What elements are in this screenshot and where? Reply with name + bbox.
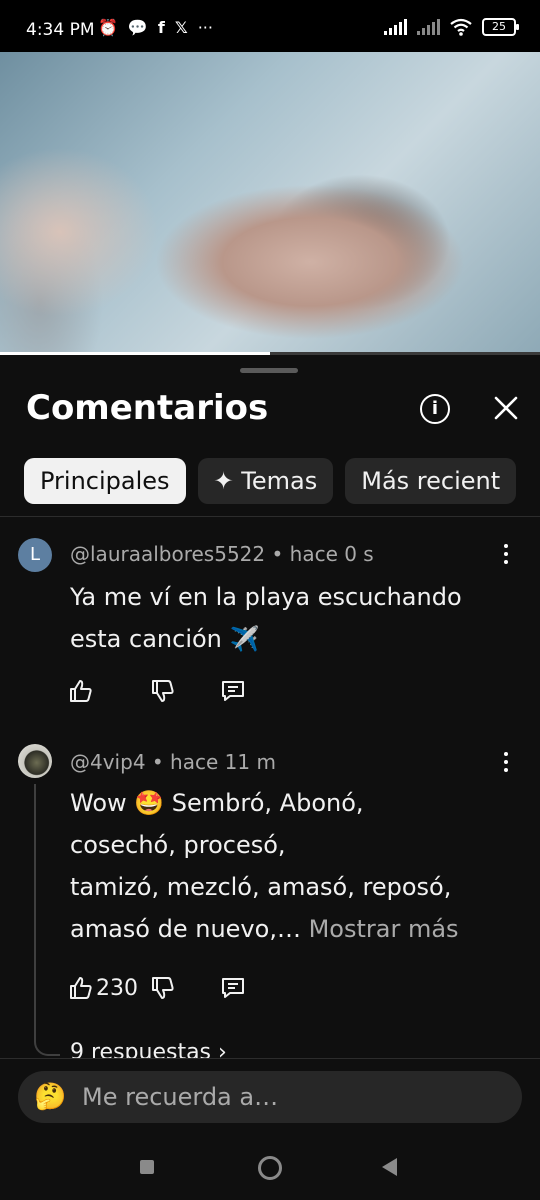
status-bar: 4:34 PM ⏰ 💬 f 𝕏 ··· 25 [0,0,540,52]
video-player[interactable] [0,52,540,354]
recents-icon[interactable] [140,1160,154,1174]
comment-line: cosechó, procesó, [70,831,286,859]
x-icon: 𝕏 [174,18,188,37]
avatar[interactable] [18,744,52,778]
close-icon[interactable] [490,392,522,424]
info-icon[interactable]: i [420,394,450,424]
replies-link[interactable]: 9 respuestas › [70,1040,227,1060]
chat-bubble-icon: 💬 [127,18,148,37]
comment-meta: @lauraalbores5522 • hace 0 s [70,542,374,566]
reply-thread-line [34,784,60,1056]
more-options-icon[interactable] [496,544,516,568]
dislike-button[interactable] [150,678,176,704]
dislike-button[interactable] [150,975,176,1001]
video-progress-bar[interactable] [0,352,540,355]
sheet-drag-handle[interactable] [240,368,298,373]
comment-text: Ya me ví en la playa escuchando esta can… [70,576,520,660]
comment-input-bar: 🤔 Me recuerda a… [0,1058,540,1139]
reply-icon [222,978,244,998]
status-system-icons: 25 [384,18,519,36]
comment-actions: 230 [68,975,246,1001]
comment-line: amasó de nuevo,… Mostrar más [70,908,520,950]
comment-line-text: amasó de nuevo,… [70,915,301,943]
thumbs-down-icon [152,680,174,702]
battery-icon: 25 [482,18,519,36]
avatar[interactable]: L [18,538,52,572]
thumbs-down-icon [152,977,174,999]
reply-button[interactable] [220,975,246,1001]
comment-author[interactable]: @4vip4 [70,750,146,774]
comment-line: Wow 🤩 Sembró, Abonó, [70,789,364,817]
comment-text: Wow 🤩 Sembró, Abonó, cosechó, procesó, t… [70,782,520,950]
like-count: 230 [96,975,138,1001]
signal-icon [384,19,407,35]
facebook-icon: f [157,18,165,37]
chip-temas[interactable]: ✦ Temas [197,458,334,504]
status-notification-icons: ⏰ 💬 f 𝕏 ··· [98,18,213,37]
comment-author[interactable]: @lauraalbores5522 [70,542,265,566]
comment-time: • hace 11 m [151,750,276,774]
comment-actions [68,678,246,704]
show-more-link[interactable]: Mostrar más [309,915,459,943]
reply-icon [222,681,244,701]
comment-meta: @4vip4 • hace 11 m [70,750,276,774]
system-nav-bar [0,1138,540,1200]
thumbs-up-icon [70,680,92,702]
alarm-icon: ⏰ [98,18,118,37]
more-options-icon[interactable] [496,752,516,776]
comment-time: • hace 0 s [271,542,374,566]
more-dots-icon: ··· [197,18,213,37]
filter-chips: Principales ✦ Temas Más recient [24,458,540,504]
thinking-emoji-icon[interactable]: 🤔 [34,1082,66,1112]
thumbs-up-icon [70,977,92,999]
video-progress-fill [0,352,270,355]
chip-mas-recientes[interactable]: Más recient [345,458,517,504]
comment-line: tamizó, mezcló, amasó, reposó, [70,873,452,901]
wifi-icon [450,18,472,36]
back-icon[interactable] [382,1158,397,1176]
sheet-title: Comentarios [26,388,269,428]
signal-icon-2 [417,19,440,35]
chip-principales[interactable]: Principales [24,458,186,504]
divider [0,516,540,517]
like-button[interactable]: 230 [68,975,138,1001]
home-icon[interactable] [258,1156,282,1180]
comment-line: Ya me ví en la playa escuchando [70,583,462,611]
comment-input[interactable]: 🤔 Me recuerda a… [18,1071,522,1123]
status-time: 4:34 PM [26,20,95,40]
reply-button[interactable] [220,678,246,704]
like-button[interactable] [68,678,94,704]
comment-input-placeholder: Me recuerda a… [82,1083,279,1111]
comment-line: esta canción ✈️ [70,625,260,653]
